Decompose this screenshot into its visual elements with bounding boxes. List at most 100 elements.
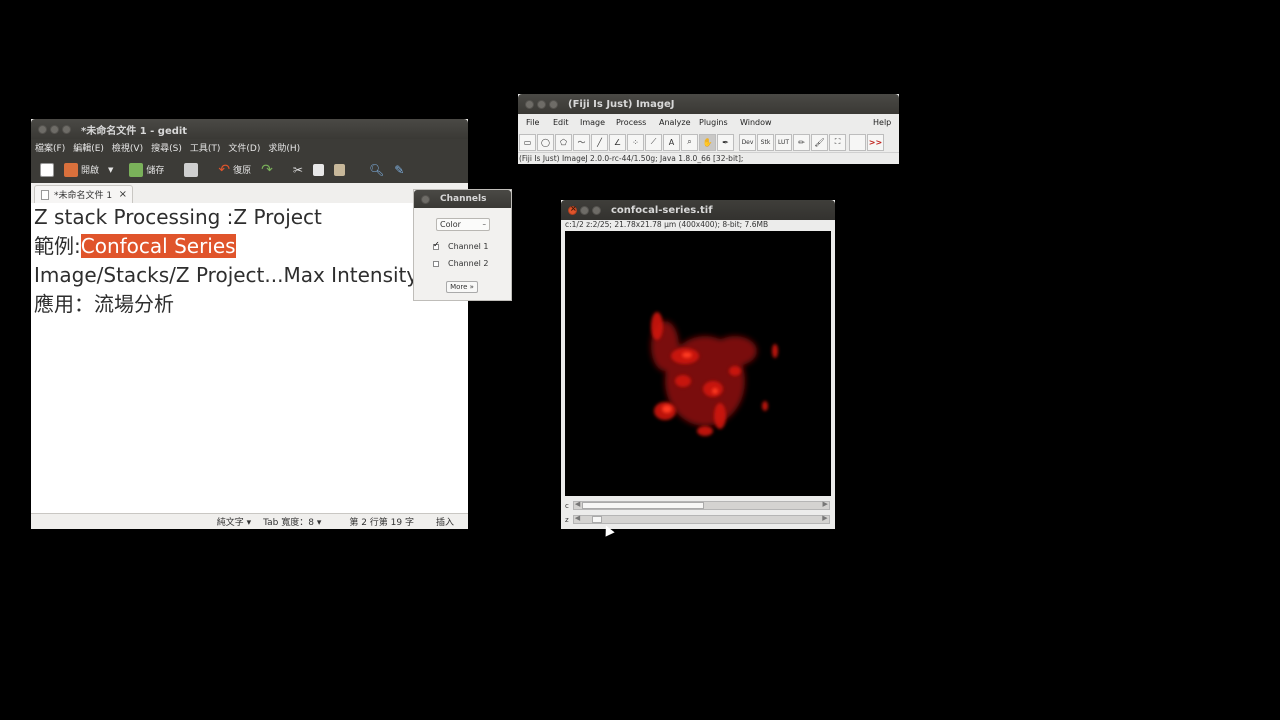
oval-tool-icon[interactable]: ◯ <box>537 133 554 151</box>
close-window-button[interactable] <box>568 204 577 215</box>
maximize-window-button[interactable] <box>62 124 71 134</box>
more-tools-button[interactable]: >> <box>867 133 884 151</box>
empty-tool-slot <box>849 133 866 151</box>
dropper-tool-icon[interactable]: ✒ <box>717 133 734 151</box>
menu-documents[interactable]: 文件(D) <box>228 141 260 154</box>
z-slider[interactable]: ◀ ▶ <box>572 514 830 524</box>
image-canvas[interactable] <box>565 231 831 496</box>
redo-icon: ↷ <box>261 161 273 178</box>
channel-slider[interactable]: ◀ ▶ <box>572 500 830 510</box>
find-button[interactable]: 🔍︎ <box>366 163 387 177</box>
close-dialog-button[interactable] <box>421 194 430 204</box>
document-icon <box>41 189 49 200</box>
point-tool-icon[interactable]: ⁘ <box>627 133 644 151</box>
chevron-down-icon[interactable]: ▼ <box>108 166 113 174</box>
menu-edit[interactable]: Edit <box>553 118 569 127</box>
scroll-left-icon[interactable]: ◀ <box>575 500 580 508</box>
editor-line-4: 應用：流場分析 <box>34 292 174 316</box>
redo-button[interactable]: ↷ <box>258 162 276 178</box>
menu-process[interactable]: Process <box>616 118 646 127</box>
minimize-window-button[interactable] <box>537 99 546 109</box>
menu-help[interactable]: 求助(H) <box>268 141 300 154</box>
color-mode-select[interactable]: Color – <box>436 218 490 231</box>
minimize-window-button[interactable] <box>50 124 59 134</box>
menu-analyze[interactable]: Analyze <box>659 118 691 127</box>
open-button[interactable]: 開啟 ▼ <box>61 162 116 177</box>
channels-titlebar[interactable]: Channels <box>414 190 511 208</box>
printer-icon <box>184 162 199 177</box>
freehand-tool-icon[interactable]: 〜 <box>573 133 590 151</box>
lut-tool-button[interactable]: LUT <box>775 133 792 151</box>
channel-slider-label: c <box>565 501 569 510</box>
menu-window[interactable]: Window <box>740 118 772 127</box>
menu-help[interactable]: Help <box>873 118 891 127</box>
paste-button[interactable] <box>331 163 348 176</box>
minimize-window-button[interactable] <box>580 205 589 215</box>
editor-line-2: 範例:Confocal Series <box>31 232 468 261</box>
pencil-tool-icon[interactable]: ✏ <box>793 133 810 151</box>
close-window-button[interactable] <box>525 99 534 109</box>
menu-view[interactable]: 檢視(V) <box>112 141 143 154</box>
line-tool-icon[interactable]: ╱ <box>591 133 608 151</box>
dialog-title: Channels <box>440 194 487 204</box>
menu-edit[interactable]: 編輯(E) <box>73 141 104 154</box>
replace-button[interactable]: ✎ <box>391 163 407 177</box>
channel-2-checkbox[interactable] <box>433 260 439 267</box>
save-button[interactable]: 儲存 <box>126 162 167 177</box>
menu-file[interactable]: 檔案(F) <box>35 141 65 154</box>
print-button[interactable] <box>181 162 201 177</box>
menu-search[interactable]: 搜尋(S) <box>151 141 182 154</box>
stk-tool-button[interactable]: Stk <box>757 133 774 151</box>
tab-width-selector[interactable]: Tab 寬度：8 ▾ <box>263 515 321 528</box>
brush-tool-icon[interactable]: 🖌︎ <box>811 133 828 151</box>
menu-tools[interactable]: 工具(T) <box>190 141 221 154</box>
channel-slider-thumb[interactable] <box>581 502 704 509</box>
language-selector[interactable]: 純文字 ▾ <box>217 515 251 528</box>
menu-image[interactable]: Image <box>580 118 605 127</box>
save-label: 儲存 <box>146 166 165 176</box>
close-tab-icon[interactable]: × <box>119 189 127 200</box>
tab-document[interactable]: *未命名文件 1 × <box>34 185 133 203</box>
imagej-status: (Fiji Is Just) ImageJ 2.0.0-rc-44/1.50g;… <box>518 152 899 165</box>
hand-tool-icon[interactable]: ✋ <box>699 133 716 151</box>
window-title: confocal-series.tif <box>611 204 713 216</box>
close-window-button[interactable] <box>38 124 47 134</box>
selected-text: Confocal Series <box>80 234 236 258</box>
scroll-right-icon[interactable]: ▶ <box>822 500 827 508</box>
new-document-button[interactable] <box>37 162 57 177</box>
folder-icon <box>64 162 78 177</box>
gedit-titlebar[interactable]: *未命名文件 1 - gedit <box>31 119 468 139</box>
polygon-tool-icon[interactable]: ⬠ <box>555 133 572 151</box>
channel-1-checkbox[interactable] <box>433 240 440 250</box>
text-editor[interactable]: Z stack Processing :Z Project 範例:Confoca… <box>31 203 468 513</box>
search-icon: 🔍︎ <box>368 162 385 177</box>
flood-fill-tool-icon[interactable]: ⛶ <box>829 133 846 151</box>
rectangle-tool-icon[interactable]: ▭ <box>519 133 536 151</box>
menu-plugins[interactable]: Plugins <box>699 118 728 127</box>
maximize-window-button[interactable] <box>592 205 601 215</box>
scroll-right-icon[interactable]: ▶ <box>822 514 827 522</box>
cut-button[interactable]: ✂ <box>290 163 306 177</box>
scroll-left-icon[interactable]: ◀ <box>575 514 580 522</box>
text-tool-icon[interactable]: A <box>663 133 680 151</box>
copy-icon <box>312 163 324 176</box>
image-titlebar[interactable]: confocal-series.tif <box>561 200 835 220</box>
undo-button[interactable]: ↶ 復原 <box>215 162 254 178</box>
save-icon <box>129 162 144 177</box>
imagej-menubar: File Edit Image Process Analyze Plugins … <box>518 114 899 132</box>
copy-button[interactable] <box>310 163 327 176</box>
tab-label: *未命名文件 1 <box>54 191 113 201</box>
editor-line-1: Z stack Processing :Z Project <box>34 205 322 229</box>
maximize-window-button[interactable] <box>549 99 558 109</box>
window-title: *未命名文件 1 - gedit <box>81 125 188 137</box>
imagej-titlebar[interactable]: (Fiji Is Just) ImageJ <box>518 94 899 114</box>
z-slider-thumb[interactable] <box>591 516 602 523</box>
dev-tool-button[interactable]: Dev <box>739 133 756 151</box>
magnifier-tool-icon[interactable]: ⌕ <box>681 133 698 151</box>
wand-tool-icon[interactable]: ⟋ <box>645 133 662 151</box>
more-button[interactable]: More » <box>446 281 478 293</box>
angle-tool-icon[interactable]: ∠ <box>609 133 626 151</box>
tab-bar: *未命名文件 1 × <box>31 183 468 204</box>
toolbar: 開啟 ▼ 儲存 ↶ 復原 ↷ ✂ 🔍︎ ✎ <box>31 156 468 183</box>
menu-file[interactable]: File <box>526 118 539 127</box>
